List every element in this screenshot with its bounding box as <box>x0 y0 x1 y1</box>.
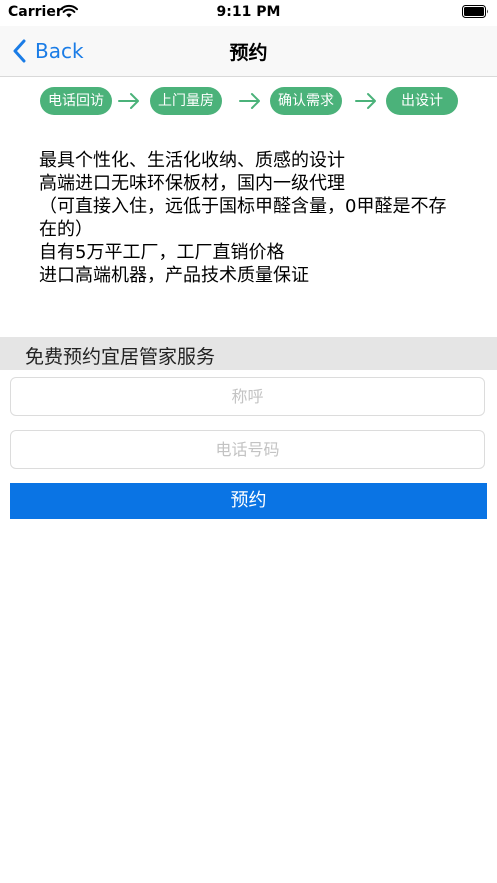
step-home-measure: 上门量房 <box>150 87 222 115</box>
feature-item: （可直接入住，远低于国标甲醛含量，0甲醛是不存在的） <box>39 196 447 240</box>
section-title: 免费预约宜居管家服务 <box>25 346 216 368</box>
feature-item: 自有5万平工厂，工厂直销价格 <box>39 242 285 263</box>
feature-list: 最具个性化、生活化收纳、质感的设计 高端进口无味环保板材，国内一级代理 （可直接… <box>39 149 459 287</box>
battery-icon <box>462 5 488 18</box>
page-title: 预约 <box>229 42 268 64</box>
navigation-bar: Back 预约 <box>0 26 497 77</box>
feature-item: 最具个性化、生活化收纳、质感的设计 <box>39 150 345 171</box>
arrow-right-icon <box>355 93 376 109</box>
step-design: 出设计 <box>386 87 458 115</box>
section-header: 免费预约宜居管家服务 <box>0 337 497 370</box>
feature-item: 高端进口无味环保板材，国内一级代理 <box>39 173 345 194</box>
status-time: 9:11 PM <box>216 4 281 20</box>
arrow-right-icon <box>239 93 260 109</box>
feature-item: 进口高端机器，产品技术质量保证 <box>39 265 309 286</box>
submit-reservation-button[interactable]: 预约 <box>10 483 487 519</box>
phone-input[interactable] <box>10 430 485 469</box>
arrow-right-icon <box>118 93 139 109</box>
step-phone-callback: 电话回访 <box>40 87 112 115</box>
status-bar: Carrier 9:11 PM <box>0 0 497 26</box>
step-confirm-needs: 确认需求 <box>270 87 342 115</box>
process-steps: 电话回访 上门量房 确认需求 出设计 <box>0 87 497 115</box>
name-input[interactable] <box>10 377 485 416</box>
